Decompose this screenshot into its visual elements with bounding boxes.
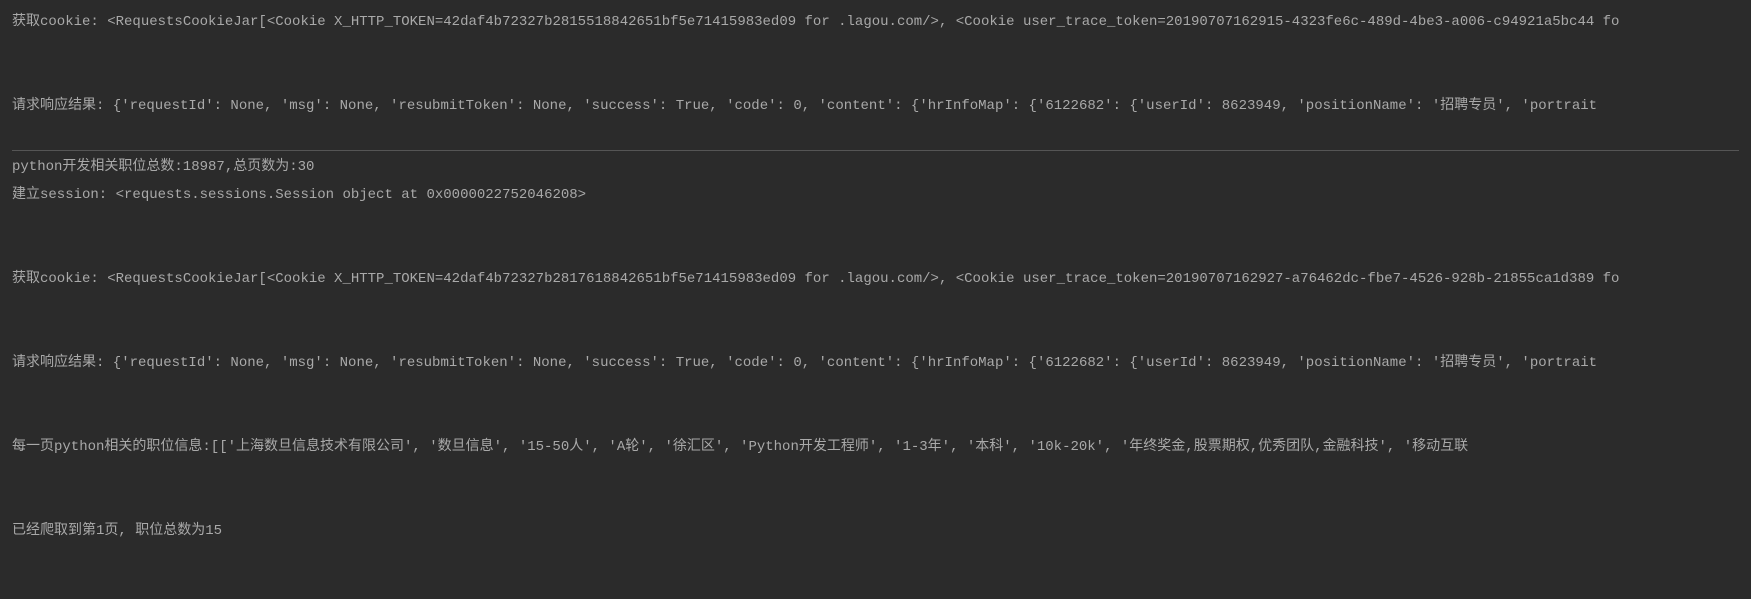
blank-line: [12, 377, 1739, 405]
blank-line: [12, 293, 1739, 321]
log-line-response-1: 请求响应结果: {'requestId': None, 'msg': None,…: [12, 92, 1739, 120]
log-line-cookie-1: 获取cookie: <RequestsCookieJar[<Cookie X_H…: [12, 8, 1739, 36]
log-line-page-crawled: 已经爬取到第1页, 职位总数为15: [12, 517, 1739, 545]
blank-line: [12, 489, 1739, 517]
console-output: 获取cookie: <RequestsCookieJar[<Cookie X_H…: [0, 0, 1751, 599]
log-line-job-info: 每一页python相关的职位信息:[['上海数旦信息技术有限公司', '数旦信息…: [12, 433, 1739, 461]
blank-line: [12, 237, 1739, 265]
blank-line: [12, 120, 1739, 148]
blank-line: [12, 64, 1739, 92]
blank-line: [12, 405, 1739, 433]
log-line-total-positions: python开发相关职位总数:18987,总页数为:30: [12, 153, 1739, 181]
log-line-cookie-2: 获取cookie: <RequestsCookieJar[<Cookie X_H…: [12, 265, 1739, 293]
blank-line: [12, 36, 1739, 64]
blank-line: [12, 209, 1739, 237]
blank-line: [12, 321, 1739, 349]
log-line-response-2: 请求响应结果: {'requestId': None, 'msg': None,…: [12, 349, 1739, 377]
blank-line: [12, 461, 1739, 489]
log-line-session: 建立session: <requests.sessions.Session ob…: [12, 181, 1739, 209]
separator-line: [12, 150, 1739, 151]
